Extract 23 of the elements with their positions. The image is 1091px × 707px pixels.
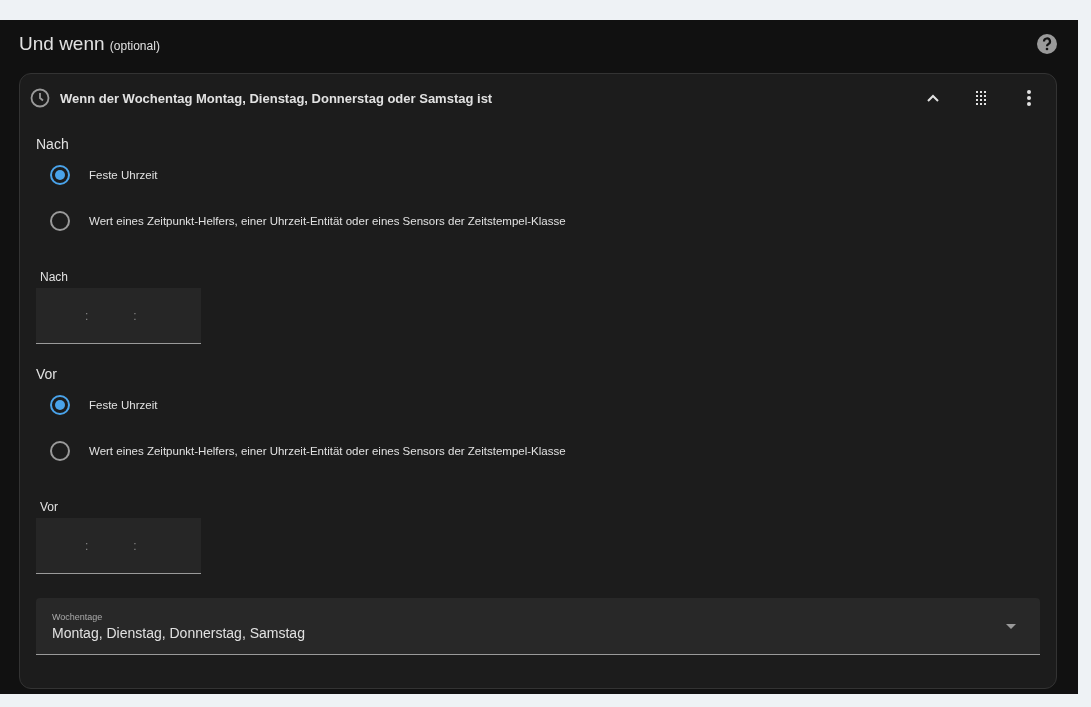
time-input-field[interactable]: : :: [36, 288, 201, 344]
group-heading: Nach: [36, 136, 70, 152]
radio-label: Wert eines Zeitpunkt-Helfers, einer Uhrzeit-Entität oder eines Sensors der Zeitstempel-Klasse: [89, 445, 566, 457]
time-input-field[interactable]: : :: [36, 518, 201, 574]
weekdays-dropdown[interactable]: Wochentage Montag, Dienstag, Donnerstag, Samstag: [36, 598, 1040, 655]
field-label: Vor: [40, 500, 59, 514]
radio-label: Feste Uhrzeit: [89, 399, 158, 411]
radio-button[interactable]: [50, 211, 70, 231]
group-heading: Vor: [36, 366, 58, 382]
radio-button[interactable]: [50, 441, 70, 461]
dropdown-arrow-icon: [1006, 623, 1016, 629]
clock-icon: [30, 88, 50, 108]
radio-label: Feste Uhrzeit: [89, 169, 158, 181]
section-title: Und wenn (optional): [19, 33, 160, 55]
radio-button[interactable]: [50, 395, 70, 415]
condition-title: Wenn der Wochentag Montag, Dienstag, Donnerstag oder Samstag ist: [60, 90, 494, 106]
radio-button[interactable]: [50, 165, 70, 185]
grip-dots-icon: [975, 91, 987, 105]
help-icon[interactable]: [1037, 34, 1057, 54]
kebab-menu-icon: [1026, 90, 1032, 106]
chevron-up-icon: [926, 93, 940, 103]
field-label: Nach: [40, 270, 69, 284]
radio-label: Wert eines Zeitpunkt-Helfers, einer Uhrzeit-Entität oder eines Sensors der Zeitstempel-Klasse: [89, 215, 566, 227]
